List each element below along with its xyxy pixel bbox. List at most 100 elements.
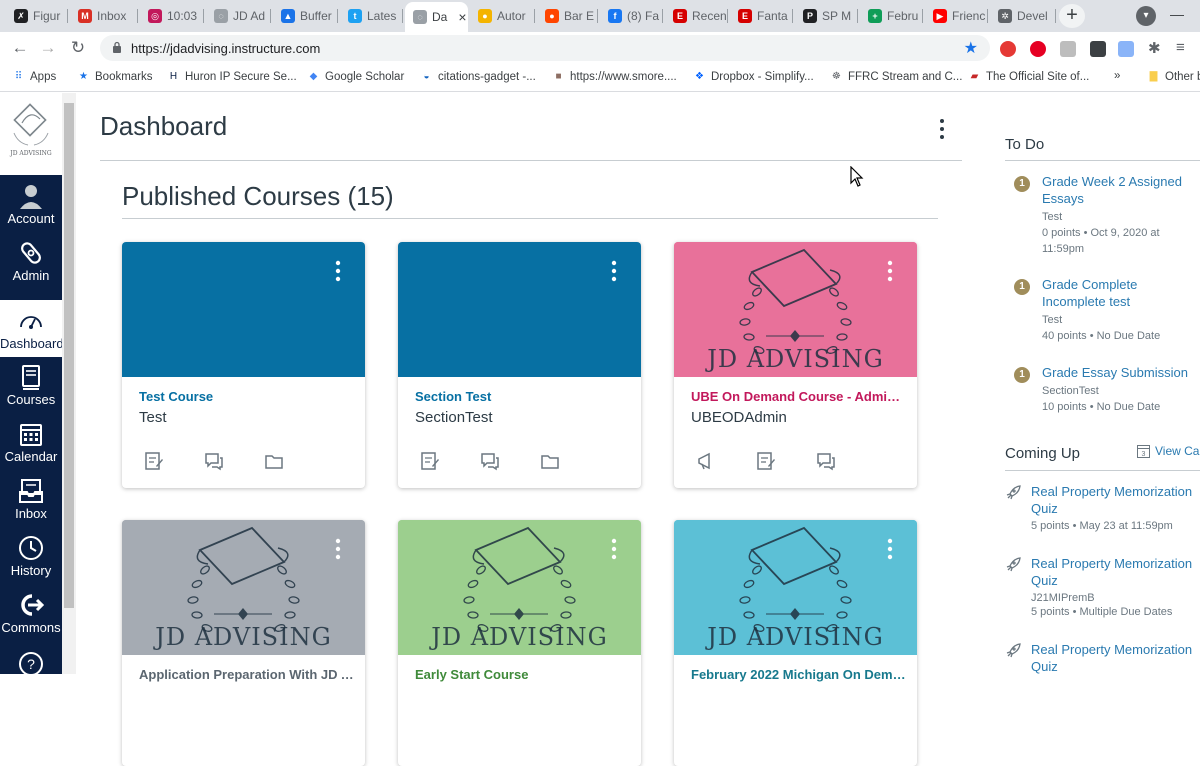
back-icon[interactable]: ← — [10, 38, 30, 58]
course-title[interactable]: UBE On Demand Course - Admin ... — [691, 389, 906, 404]
browser-tab[interactable]: ✲ Devel — [990, 4, 1056, 28]
institution-logo[interactable]: JD ADVISING — [0, 93, 62, 175]
assignments-icon[interactable] — [756, 451, 776, 471]
extension-icon[interactable] — [1060, 41, 1076, 57]
discussions-icon[interactable] — [480, 451, 500, 471]
course-title[interactable]: Test Course — [139, 389, 354, 404]
tab-title: Recen — [692, 9, 727, 23]
course-options-icon[interactable] — [883, 260, 897, 282]
minimize-icon[interactable]: — — [1170, 6, 1184, 22]
tab-separator — [67, 9, 68, 23]
course-title[interactable]: Section Test — [415, 389, 630, 404]
assignments-icon[interactable] — [144, 451, 164, 471]
view-calendar-link[interactable]: 3 View Cal — [1137, 444, 1200, 458]
pinterest-extension-icon[interactable] — [1030, 41, 1046, 57]
nav-item-account[interactable]: Account — [0, 175, 62, 232]
coming-up-link[interactable]: Real Property Memorization Quiz — [1031, 483, 1200, 517]
files-icon[interactable] — [264, 451, 284, 471]
announcements-icon[interactable] — [696, 451, 716, 471]
coming-up-link[interactable]: Real Property Memorization Quiz — [1031, 555, 1200, 589]
browser-tab[interactable]: E Recen — [665, 4, 728, 28]
nav-item-inbox[interactable]: Inbox — [0, 470, 62, 527]
course-card-hero[interactable]: JD ADVISING — [122, 520, 365, 655]
course-options-icon[interactable] — [607, 538, 621, 560]
browser-tab[interactable]: E Fanta — [730, 4, 793, 28]
course-options-icon[interactable] — [331, 538, 345, 560]
browser-tab[interactable]: M Inbox — [70, 4, 138, 28]
puzzle-extensions-icon[interactable]: ✱ — [1148, 39, 1164, 57]
new-tab-button[interactable]: + — [1059, 4, 1085, 28]
address-bar[interactable]: https://jdadvising.instructure.com ★ — [100, 35, 990, 61]
bookmark-item[interactable]: ▰ The Official Site of... — [968, 70, 1090, 83]
bookmark-item[interactable]: ■ https://www.smore.... — [552, 70, 676, 83]
browser-tab[interactable]: ◎ 10:03 — [140, 4, 204, 28]
reload-icon[interactable]: ↻ — [68, 38, 88, 58]
bookmark-item[interactable]: » — [1114, 70, 1120, 82]
bookmark-item[interactable]: ⠿ Apps — [12, 70, 56, 83]
extension-icon-3[interactable] — [1118, 41, 1134, 57]
course-card[interactable]: Test Course Test — [122, 242, 365, 488]
todo-link[interactable]: Grade Complete Incomplete test — [1042, 276, 1200, 310]
browser-tab[interactable]: ✗ Figur — [6, 4, 68, 28]
course-card[interactable]: JD ADVISING UBE On Demand Course - Admin … — [674, 242, 917, 488]
course-card[interactable]: Section Test SectionTest — [398, 242, 641, 488]
bookmark-star-icon[interactable]: ★ — [964, 38, 978, 58]
course-title[interactable]: February 2022 Michigan On Dema... — [691, 667, 906, 682]
profile-avatar[interactable]: ▾ — [1136, 6, 1156, 26]
course-card-hero[interactable] — [122, 242, 365, 377]
course-card[interactable]: JD ADVISING Early Start Course — [398, 520, 641, 766]
history-icon — [19, 536, 43, 560]
nav-item-help[interactable]: ? — [0, 643, 62, 700]
opera-extension-icon[interactable] — [1000, 41, 1016, 57]
nav-scrollbar[interactable] — [62, 93, 76, 674]
browser-tab[interactable]: ● Bar E — [537, 4, 598, 28]
assignments-icon[interactable] — [420, 451, 440, 471]
scrollbar-thumb[interactable] — [64, 103, 74, 608]
nav-item-admin[interactable]: Admin — [0, 232, 62, 289]
course-options-icon[interactable] — [607, 260, 621, 282]
browser-tab[interactable]: ▶ Frienc — [925, 4, 988, 28]
coming-up-link[interactable]: Real Property Memorization Quiz — [1031, 641, 1200, 675]
course-options-icon[interactable] — [331, 260, 345, 282]
bookmark-item[interactable]: ☸ FFRC Stream and C... — [830, 70, 962, 83]
course-card[interactable]: JD ADVISING Application Preparation With … — [122, 520, 365, 766]
nav-item-dashboard[interactable]: Dashboard — [0, 300, 64, 357]
discussions-icon[interactable] — [816, 451, 836, 471]
course-title[interactable]: Early Start Course — [415, 667, 630, 682]
course-options-icon[interactable] — [883, 538, 897, 560]
browser-tab[interactable]: + Febru — [860, 4, 923, 28]
browser-tab-bar: ✗ Figur M Inbox ◎ 10:03 ◌ JD Ad ▲ Buffer t Lates ◌ Da… — [0, 0, 1200, 32]
course-title[interactable]: Application Preparation With JD A... — [139, 667, 354, 682]
files-icon[interactable] — [540, 451, 560, 471]
bookmark-item[interactable]: ❖ Dropbox - Simplify... — [693, 70, 814, 83]
reading-list-icon[interactable]: ≡ — [1176, 39, 1192, 56]
browser-tab[interactable]: f (8) Fa — [600, 4, 663, 28]
forward-icon[interactable]: → — [38, 38, 58, 58]
bookmark-item[interactable]: ▇ Other b — [1147, 70, 1200, 83]
todo-link[interactable]: Grade Essay Submission — [1042, 364, 1200, 381]
course-card[interactable]: JD ADVISING February 2022 Michigan On Dem… — [674, 520, 917, 766]
nav-item-commons[interactable]: Commons — [0, 584, 62, 641]
bookmark-item[interactable]: ◒ citations-gadget -... — [420, 70, 535, 83]
browser-tab[interactable]: P SP M — [795, 4, 858, 28]
course-card-hero[interactable] — [398, 242, 641, 377]
browser-tab[interactable]: ◌ JD Ad — [206, 4, 271, 28]
browser-tab[interactable]: ▲ Buffer — [273, 4, 338, 28]
bookmark-item[interactable]: ◆ Google Scholar — [307, 70, 405, 83]
nav-item-courses[interactable]: Courses — [0, 356, 62, 413]
todo-link[interactable]: Grade Week 2 Assigned Essays — [1042, 173, 1200, 207]
bookmark-item[interactable]: ★ Bookmarks — [77, 70, 153, 83]
discussions-icon[interactable] — [204, 451, 224, 471]
browser-tab[interactable]: t Lates — [340, 4, 403, 28]
browser-tab[interactable]: ◌ Da × — [405, 2, 468, 32]
extension-icon-2[interactable] — [1090, 41, 1106, 57]
course-card-hero[interactable]: JD ADVISING — [398, 520, 641, 655]
dashboard-options-icon[interactable] — [934, 118, 950, 140]
course-card-hero[interactable]: JD ADVISING — [674, 242, 917, 377]
browser-tab[interactable]: ● Autor — [470, 4, 535, 28]
nav-item-history[interactable]: History — [0, 527, 62, 584]
bookmark-item[interactable]: H Huron IP Secure Se... — [167, 70, 297, 83]
nav-item-calendar[interactable]: Calendar — [0, 413, 62, 470]
close-tab-icon[interactable]: × — [458, 9, 466, 25]
course-card-hero[interactable]: JD ADVISING — [674, 520, 917, 655]
